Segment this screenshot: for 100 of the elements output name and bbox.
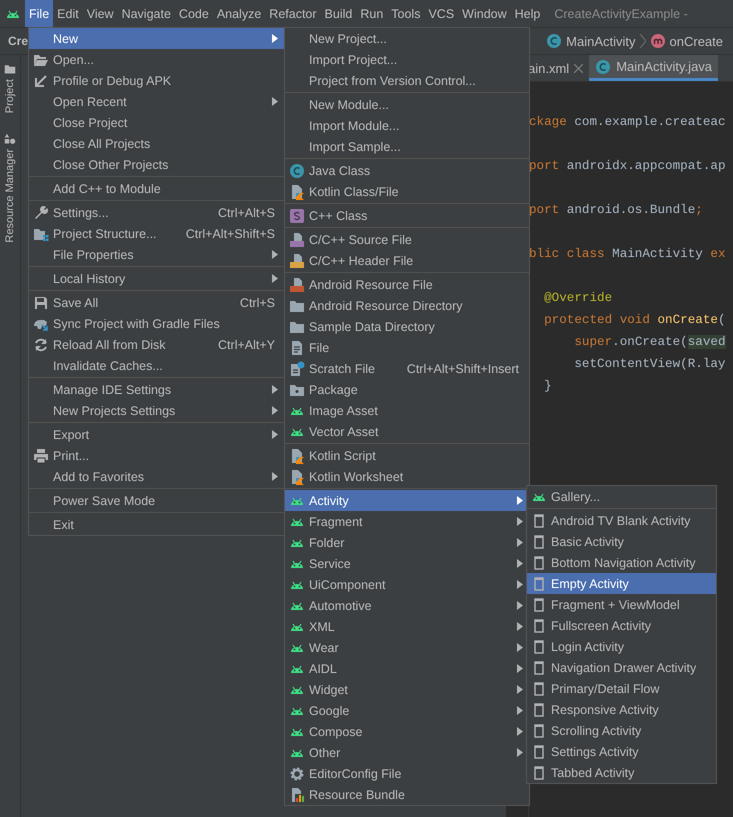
menu-bar-item[interactable]: File	[25, 0, 54, 27]
menu-item[interactable]: Close All Projects	[29, 133, 284, 154]
wrench-icon	[33, 204, 49, 220]
menu-item[interactable]: Fragment + ViewModel	[527, 594, 716, 615]
menu-item[interactable]: Google	[285, 700, 529, 721]
menu-item[interactable]: XML	[285, 616, 529, 637]
menu-item[interactable]: New Project...	[285, 28, 529, 49]
menu-item[interactable]: Login Activity	[527, 636, 716, 657]
menu-item[interactable]: AIDL	[285, 658, 529, 679]
menu-item[interactable]: Android Resource Directory	[285, 295, 529, 316]
menu-item[interactable]: C/C++ Header File	[285, 250, 529, 271]
menu-item[interactable]: Open...	[29, 49, 284, 70]
menu-item[interactable]: Package	[285, 379, 529, 400]
menu-bar-item[interactable]: Window	[458, 0, 511, 27]
breadcrumb[interactable]: MainActivity	[546, 33, 636, 49]
menu-item[interactable]: File Properties	[29, 244, 284, 265]
menu-item[interactable]: Automotive	[285, 595, 529, 616]
kotlin-file-icon	[289, 184, 305, 200]
menu-item[interactable]: Compose	[285, 721, 529, 742]
menu-item[interactable]: Activity	[285, 490, 529, 511]
menu-item[interactable]: File	[285, 337, 529, 358]
menu-item[interactable]: Add C++ to Module	[29, 178, 284, 199]
close-icon[interactable]	[574, 64, 584, 72]
menu-item[interactable]: Open Recent	[29, 91, 284, 112]
menu-bar-item[interactable]: Code	[174, 0, 213, 27]
menu-item[interactable]: New	[29, 28, 284, 49]
menu-item[interactable]: Image Asset	[285, 400, 529, 421]
menu-item[interactable]: Basic Activity	[527, 531, 716, 552]
menu-item[interactable]: Local History	[29, 268, 284, 289]
arrow-icon	[33, 72, 49, 88]
menu-item[interactable]: Bottom Navigation Activity	[527, 552, 716, 573]
menu-bar-item[interactable]: Edit	[53, 0, 83, 27]
menu-item[interactable]: Vector Asset	[285, 421, 529, 442]
menu-item[interactable]: Add to Favorites	[29, 466, 284, 487]
menu-item[interactable]: Save All Ctrl+S	[29, 292, 284, 313]
menu-item[interactable]: Resource Bundle	[285, 784, 529, 805]
menu-item[interactable]: Java Class	[285, 160, 529, 181]
menu-bar-item[interactable]: Navigate	[118, 0, 175, 27]
menu-item[interactable]: Kotlin Worksheet	[285, 466, 529, 487]
menu-item[interactable]: Navigation Drawer Activity	[527, 657, 716, 678]
menu-item[interactable]: Project from Version Control...	[285, 70, 529, 91]
menu-item[interactable]: Kotlin Class/File	[285, 181, 529, 202]
menu-item[interactable]: Android Resource File	[285, 274, 529, 295]
menu-item[interactable]: Import Module...	[285, 115, 529, 136]
menu-item[interactable]: Tabbed Activity	[527, 762, 716, 783]
menu-bar-item[interactable]: Refactor	[265, 0, 321, 27]
menu-item[interactable]: Settings... Ctrl+Alt+S	[29, 202, 284, 223]
menu-item[interactable]: Settings Activity	[527, 741, 716, 762]
editor-tab[interactable]: MainActivity.java	[589, 55, 718, 81]
menu-item[interactable]: Print...	[29, 445, 284, 466]
menu-item[interactable]: Manage IDE Settings	[29, 379, 284, 400]
menu-item[interactable]: Responsive Activity	[527, 699, 716, 720]
editor-tab[interactable]: ain.xml	[526, 55, 590, 81]
menu-bar-item[interactable]: Tools	[387, 0, 424, 27]
menu-item[interactable]: Sample Data Directory	[285, 316, 529, 337]
menu-item[interactable]: Other	[285, 742, 529, 763]
tool-window-tab[interactable]: Project	[4, 79, 16, 114]
menu-item[interactable]: Power Save Mode	[29, 490, 284, 511]
breadcrumb[interactable]: onCreate	[650, 33, 723, 49]
file-icon	[289, 340, 305, 356]
menu-item[interactable]: C++ Class	[285, 205, 529, 226]
menu-item[interactable]: Scrolling Activity	[527, 720, 716, 741]
menu-item[interactable]: Fragment	[285, 511, 529, 532]
menu-item[interactable]: Import Project...	[285, 49, 529, 70]
menu-item[interactable]: Close Other Projects	[29, 154, 284, 175]
menu-item[interactable]: C/C++ Source File	[285, 229, 529, 250]
menu-item[interactable]: Primary/Detail Flow	[527, 678, 716, 699]
project-name[interactable]: Cre	[8, 34, 28, 48]
menu-bar-item[interactable]: Help	[510, 0, 544, 27]
menu-bar-item[interactable]: Analyze	[212, 0, 266, 27]
menu-item[interactable]: Kotlin Script	[285, 445, 529, 466]
menu-item[interactable]: Service	[285, 553, 529, 574]
menu-item[interactable]: Folder	[285, 532, 529, 553]
menu-item[interactable]: Android TV Blank Activity	[527, 510, 716, 531]
method-icon	[650, 33, 666, 49]
menu-item[interactable]: Sync Project with Gradle Files	[29, 313, 284, 334]
menu-item[interactable]: New Projects Settings	[29, 400, 284, 421]
menu-item[interactable]: Project Structure... Ctrl+Alt+Shift+S	[29, 223, 284, 244]
menu-bar-item[interactable]: VCS	[424, 0, 458, 27]
menu-item[interactable]: Export	[29, 424, 284, 445]
menu-bar-item[interactable]: Build	[320, 0, 356, 27]
menu-item[interactable]: Wear	[285, 637, 529, 658]
menu-item[interactable]: Exit	[29, 514, 284, 535]
menu-item[interactable]: Invalidate Caches...	[29, 355, 284, 376]
menu-item[interactable]: Profile or Debug APK	[29, 70, 284, 91]
menu-item[interactable]: New Module...	[285, 94, 529, 115]
menu-item[interactable]: Fullscreen Activity	[527, 615, 716, 636]
menu-item[interactable]: Reload All from Disk Ctrl+Alt+Y	[29, 334, 284, 355]
menu-bar-item[interactable]: Run	[356, 0, 388, 27]
menu-item[interactable]: Import Sample...	[285, 136, 529, 157]
bar-chart-icon	[289, 786, 305, 802]
menu-item[interactable]: Widget	[285, 679, 529, 700]
menu-item[interactable]: Close Project	[29, 112, 284, 133]
menu-item[interactable]: Scratch File Ctrl+Alt+Shift+Insert	[285, 358, 529, 379]
menu-bar-item[interactable]: View	[82, 0, 118, 27]
tool-window-tab[interactable]: Resource Manager	[4, 149, 16, 243]
menu-item[interactable]: UiComponent	[285, 574, 529, 595]
menu-item[interactable]: Empty Activity	[527, 573, 716, 594]
menu-item[interactable]: Gallery...	[527, 486, 716, 507]
menu-item[interactable]: EditorConfig File	[285, 763, 529, 784]
